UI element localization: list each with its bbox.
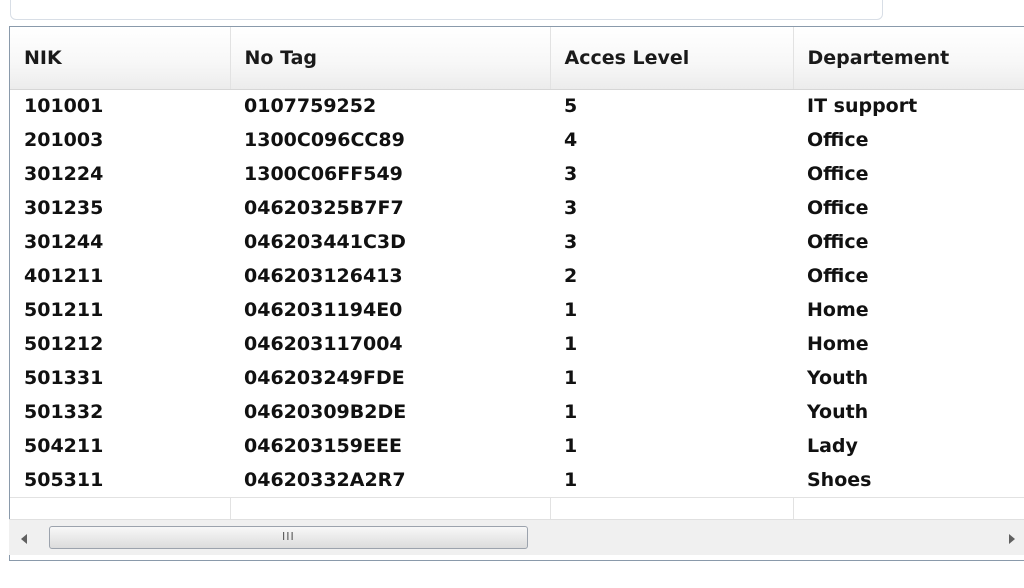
- cell-no-tag: 046203117004: [244, 333, 403, 355]
- cell-acces-level: 3: [564, 231, 578, 253]
- column-header-nik[interactable]: NIK: [10, 27, 231, 90]
- cell-acces-level: 1: [564, 299, 578, 321]
- cell-acces-level: 5: [564, 95, 578, 118]
- cell-acces-level: 1: [564, 401, 578, 423]
- cell-nik: 401211: [24, 265, 104, 287]
- cell-nik: 501331: [24, 367, 104, 389]
- cell-no-tag: 046203441C3D: [244, 231, 406, 253]
- table-row[interactable]: 505311 04620332A2R7 1 Shoes: [10, 463, 1024, 497]
- table-row[interactable]: 501212 046203117004 1 Home: [10, 327, 1024, 361]
- cell-no-tag: 1300C06FF549: [244, 163, 403, 185]
- cell-departement: IT support: [807, 95, 918, 118]
- cell-acces-level: 1: [564, 367, 578, 389]
- cell-departement: Lady: [807, 435, 858, 457]
- cell-departement: Home: [807, 333, 869, 355]
- cell-departement: Youth: [807, 367, 869, 389]
- cell-nik: 301244: [24, 231, 104, 253]
- cell-departement: Youth: [807, 401, 869, 423]
- cell-no-tag: 04620332A2R7: [244, 468, 406, 491]
- cell-nik: 101001: [24, 95, 104, 118]
- cell-departement: Office: [807, 163, 869, 185]
- table-row[interactable]: 301235 04620325B7F7 3 Office: [10, 191, 1024, 225]
- cell-nik: 504211: [24, 435, 104, 457]
- cell-acces-level: 2: [564, 265, 578, 287]
- cell-departement: Office: [807, 197, 869, 219]
- top-panel: [10, 0, 883, 20]
- cell-acces-level: 3: [564, 197, 578, 219]
- scrollbar-thumb[interactable]: III: [49, 526, 528, 549]
- cell-no-tag: 04620309B2DE: [244, 401, 407, 423]
- cell-departement: Home: [807, 299, 869, 321]
- cell-departement: Office: [807, 231, 869, 253]
- table-row[interactable]: 101001 0107759252 5 IT support: [10, 89, 1024, 123]
- cell-no-tag: 0462031194E0: [244, 299, 403, 321]
- table-row[interactable]: 504211 046203159EEE 1 Lady: [10, 429, 1024, 463]
- cell-departement: Office: [807, 265, 869, 287]
- arrow-left-icon[interactable]: [21, 534, 27, 544]
- cell-no-tag: 1300C096CC89: [244, 129, 405, 151]
- table-row[interactable]: 301224 1300C06FF549 3 Office: [10, 157, 1024, 191]
- cell-nik: 505311: [24, 468, 104, 491]
- cell-no-tag: 046203126413: [244, 265, 403, 287]
- data-table: NIK No Tag Acces Level Departement 10100…: [10, 27, 1024, 532]
- horizontal-scrollbar[interactable]: III: [9, 519, 1024, 555]
- table-row[interactable]: 201003 1300C096CC89 4 Office: [10, 123, 1024, 157]
- arrow-right-icon[interactable]: [1009, 534, 1015, 544]
- cell-nik: 501211: [24, 299, 104, 321]
- data-grid[interactable]: NIK No Tag Acces Level Departement 10100…: [9, 26, 1024, 561]
- cell-acces-level: 1: [564, 435, 578, 457]
- column-header-departement[interactable]: Departement: [793, 27, 1024, 90]
- cell-no-tag: 046203159EEE: [244, 435, 402, 457]
- cell-nik: 501212: [24, 333, 104, 355]
- cell-nik: 301235: [24, 197, 104, 219]
- table-row[interactable]: 501211 0462031194E0 1 Home: [10, 293, 1024, 327]
- cell-no-tag: 046203249FDE: [244, 367, 405, 389]
- cell-acces-level: 1: [564, 333, 578, 355]
- table-row[interactable]: 501331 046203249FDE 1 Youth: [10, 361, 1024, 395]
- table-row[interactable]: 301244 046203441C3D 3 Office: [10, 225, 1024, 259]
- cell-acces-level: 3: [564, 163, 578, 185]
- cell-acces-level: 1: [564, 468, 578, 491]
- cell-nik: 501332: [24, 401, 104, 423]
- table-row[interactable]: 501332 04620309B2DE 1 Youth: [10, 395, 1024, 429]
- cell-departement: Office: [807, 129, 869, 151]
- table-row[interactable]: 401211 046203126413 2 Office: [10, 259, 1024, 293]
- cell-departement: Shoes: [807, 468, 872, 491]
- grip-icon: III: [282, 530, 295, 543]
- cell-nik: 301224: [24, 163, 104, 185]
- cell-nik: 201003: [24, 129, 104, 151]
- cell-acces-level: 4: [564, 129, 578, 151]
- cell-no-tag: 0107759252: [244, 95, 377, 118]
- column-header-acces-level[interactable]: Acces Level: [550, 27, 794, 90]
- header-row: NIK No Tag Acces Level Departement: [10, 27, 1024, 90]
- column-header-no-tag[interactable]: No Tag: [230, 27, 551, 90]
- cell-no-tag: 04620325B7F7: [244, 197, 404, 219]
